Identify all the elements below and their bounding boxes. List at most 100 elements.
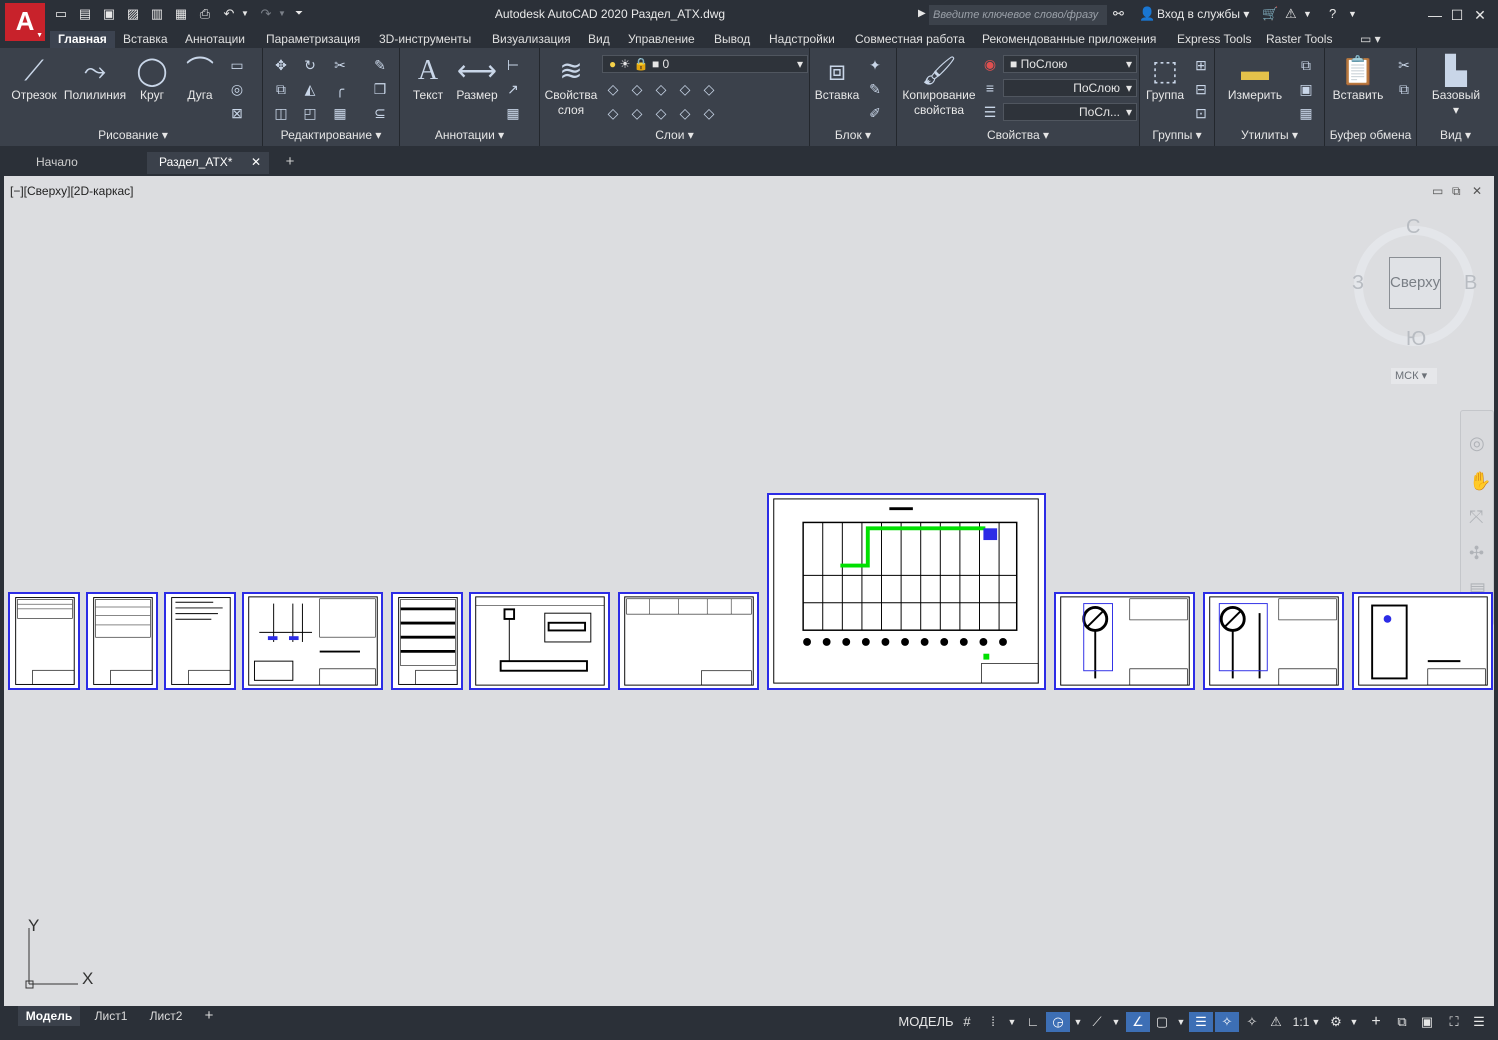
object-snap-icon[interactable]: ▢ (1151, 1012, 1173, 1032)
measure-button[interactable]: ▬ Измерить (1223, 54, 1287, 103)
object-snap-tracking-icon[interactable]: ∠ (1126, 1012, 1150, 1032)
tab-insert[interactable]: Вставка (123, 31, 168, 48)
maximize-window-icon[interactable]: ☐ (1447, 5, 1467, 25)
tab-raster-tools[interactable]: Raster Tools (1266, 31, 1332, 48)
scale-dropdown-icon[interactable]: ▼ (1310, 1012, 1322, 1032)
annotation-scale-value[interactable]: 1:1 (1290, 1012, 1312, 1032)
layer-match-icon[interactable]: ◇ (700, 80, 718, 98)
new-tab-button[interactable]: + (280, 152, 300, 174)
dimension-button[interactable]: ⟷ Размер (454, 54, 500, 103)
text-button[interactable]: A Текст (406, 54, 450, 103)
cut-icon[interactable]: ✂ (1395, 56, 1413, 74)
compass-east[interactable]: В (1464, 272, 1477, 295)
compass-north[interactable]: С (1406, 216, 1420, 239)
mirror-icon[interactable]: ◭ (301, 80, 319, 98)
tab-output[interactable]: Вывод (714, 31, 750, 48)
layer-unlock-icon[interactable]: ◇ (676, 104, 694, 122)
annotation-panel-title[interactable]: Аннотации ▾ (400, 126, 539, 144)
tab-start[interactable]: Начало (22, 152, 142, 174)
layer-thaw-icon[interactable]: ◇ (628, 104, 646, 122)
select-all-icon[interactable]: ▣ (1297, 80, 1315, 98)
move-icon[interactable]: ✥ (272, 56, 290, 74)
drawing-sheet[interactable] (164, 592, 236, 690)
binoculars-icon[interactable]: ⚯ (1113, 6, 1124, 22)
rectangle-icon[interactable]: ▭ (228, 56, 246, 74)
copy-icon[interactable]: ⧉ (272, 80, 290, 98)
redo-dropdown-icon[interactable]: ▼ (274, 6, 290, 22)
block-panel-title[interactable]: Блок ▾ (810, 126, 896, 144)
hatch-icon[interactable]: ◎ (228, 80, 246, 98)
open-folder-icon[interactable]: ▤ (77, 6, 93, 22)
groups-panel-title[interactable]: Группы ▾ (1140, 126, 1214, 144)
tab-view[interactable]: Вид (588, 31, 610, 48)
save-as-icon[interactable]: ▨ (125, 6, 141, 22)
annotation-scale-icon[interactable]: ⚠ (1265, 1012, 1287, 1032)
layer-off-icon[interactable]: ◇ (604, 104, 622, 122)
viewport-close-icon[interactable]: ✕ (1472, 184, 1482, 198)
circle-button[interactable]: ◯ Круг (132, 54, 172, 103)
app-menu-button[interactable]: A ▼ (5, 3, 45, 41)
array-icon[interactable]: ▦ (331, 104, 349, 122)
table-icon[interactable]: ▦ (504, 104, 522, 122)
modify-panel-title[interactable]: Редактирование ▾ (263, 126, 399, 144)
close-tab-icon[interactable]: ✕ (251, 152, 261, 172)
polar-tracking-icon[interactable]: ◶ (1046, 1012, 1070, 1032)
linetype-icon[interactable]: ☰ (981, 103, 999, 121)
drawing-sheet[interactable] (86, 592, 158, 690)
boundary-icon[interactable]: ⊠ (228, 104, 246, 122)
group-edit-icon[interactable]: ⊟ (1192, 80, 1210, 98)
clipboard-panel-title[interactable]: Буфер обмена (1325, 126, 1416, 144)
drawing-sheet[interactable] (391, 592, 463, 690)
viewcube[interactable]: С Ю З В Сверху МСК ▾ (1352, 216, 1479, 391)
layer-on-icon[interactable]: ◇ (604, 80, 622, 98)
minimize-window-icon[interactable]: — (1425, 5, 1445, 25)
tab-3d-tools[interactable]: 3D-инструменты (379, 31, 471, 48)
layers-panel-title[interactable]: Слои ▾ (540, 126, 809, 144)
grid-icon[interactable]: # (956, 1012, 978, 1032)
undo-icon[interactable]: ↶ (221, 6, 237, 22)
draw-panel-title[interactable]: Рисование ▾ (4, 126, 262, 144)
lineweight-dropdown[interactable]: ПоСл... ▾ (1003, 103, 1137, 121)
drawing-sheet[interactable] (1352, 592, 1493, 690)
explode-icon[interactable]: ❒ (371, 80, 389, 98)
color-wheel-icon[interactable]: ◉ (981, 55, 999, 73)
wcs-menu[interactable]: МСК ▾ (1391, 368, 1437, 384)
fillet-icon[interactable]: ╭ (331, 80, 349, 98)
ribbon-options-icon[interactable]: ▭ ▾ (1360, 31, 1381, 48)
compass-south[interactable]: Ю (1406, 328, 1426, 351)
layout-tab-sheet2[interactable]: Лист2 (142, 1006, 190, 1026)
layer-unisolate-icon[interactable]: ◇ (652, 104, 670, 122)
help-icon[interactable]: ? (1329, 6, 1336, 22)
line-button[interactable]: ⟋ Отрезок (10, 54, 58, 103)
redo-icon[interactable]: ↷ (258, 6, 274, 22)
tab-addins[interactable]: Надстройки (769, 31, 835, 48)
tab-express-tools[interactable]: Express Tools (1177, 31, 1251, 48)
erase-icon[interactable]: ✎ (371, 56, 389, 74)
viewport-controls[interactable]: [−][Сверху][2D-каркас] (10, 184, 134, 198)
customize-toolbar-icon[interactable]: ⏷ (291, 6, 307, 22)
open-web-icon[interactable]: ▥ (149, 6, 165, 22)
model-space[interactable]: [−][Сверху][2D-каркас] ▭ ⧉ ✕ С Ю З В Све… (0, 176, 1498, 1006)
polar-dropdown-icon[interactable]: ▼ (1071, 1012, 1085, 1032)
viewport-minimize-icon[interactable]: ▭ (1432, 184, 1443, 198)
plot-icon[interactable]: ⎙ (197, 6, 213, 22)
layout-tab-sheet1[interactable]: Лист1 (88, 1006, 134, 1026)
isodraft-dropdown-icon[interactable]: ▼ (1109, 1012, 1123, 1032)
linetype-dropdown[interactable]: ПоСлою ▾ (1003, 79, 1137, 97)
workspace-gear-icon[interactable]: ⚙ (1325, 1012, 1347, 1032)
block-edit-icon[interactable]: ✎ (866, 80, 884, 98)
view-panel-title[interactable]: Вид ▾ (1417, 126, 1494, 144)
model-space-toggle[interactable]: МОДЕЛЬ (898, 1012, 954, 1032)
lineweight-icon[interactable]: ≡ (981, 79, 999, 97)
viewcube-top-face[interactable]: Сверху (1389, 257, 1441, 309)
drawing-sheet[interactable] (8, 592, 80, 690)
trim-icon[interactable]: ✂ (331, 56, 349, 74)
layer-freeze-icon[interactable]: ◇ (628, 80, 646, 98)
clean-screen-icon[interactable]: ⛶ (1443, 1012, 1465, 1032)
block-insert-button[interactable]: ⧈ Вставка (812, 54, 862, 103)
paste-button[interactable]: 📋 Вставить (1327, 54, 1389, 103)
color-dropdown[interactable]: ■ ПоСлою ▾ (1003, 55, 1137, 73)
a360-dropdown-icon[interactable]: ▼ (1303, 6, 1312, 22)
snap-icon[interactable]: ⁞ (982, 1012, 1004, 1032)
save-icon[interactable]: ▣ (101, 6, 117, 22)
